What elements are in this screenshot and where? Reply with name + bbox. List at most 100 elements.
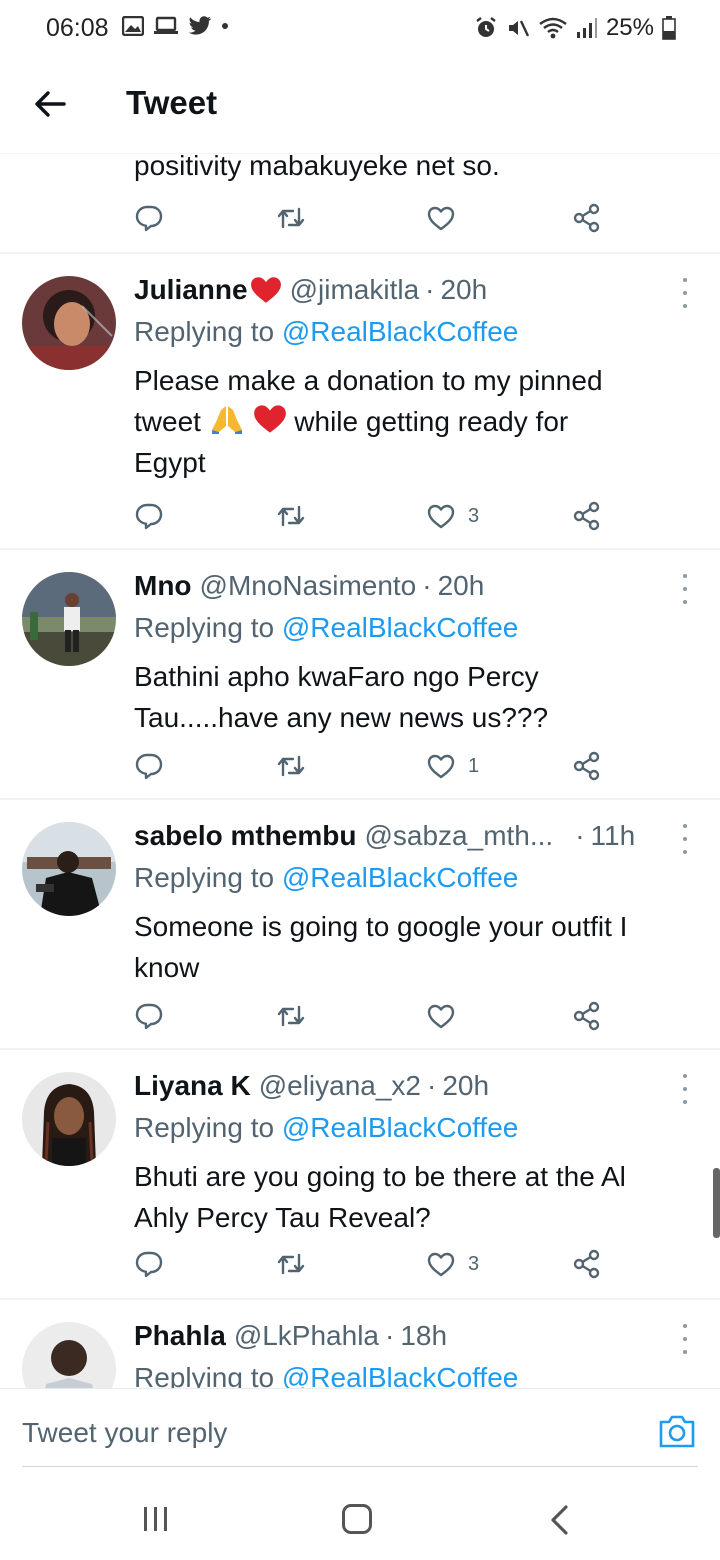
recent-apps-icon	[144, 1507, 167, 1531]
reply-tweet[interactable]: Liyana K @eliyana_x2 · 20h Replying to @…	[0, 1050, 720, 1298]
reply-tweet[interactable]: Phahla @LkPhahla · 18h Replying to @Real…	[0, 1300, 720, 1388]
replying-to: Replying to @RealBlackCoffee	[134, 1112, 518, 1144]
retweet-button[interactable]	[276, 996, 306, 1036]
more-options-button[interactable]	[680, 1074, 690, 1104]
reply-button[interactable]	[134, 996, 164, 1036]
reply-button[interactable]	[134, 198, 164, 238]
user-handle[interactable]: @LkPhahla	[234, 1320, 379, 1352]
avatar[interactable]	[22, 1072, 116, 1166]
camera-icon	[659, 1415, 695, 1448]
avatar[interactable]	[22, 276, 116, 370]
replying-prefix: Replying to	[134, 1112, 282, 1143]
tweet-text-fragment: while getting ready for	[294, 406, 569, 437]
like-button[interactable]: 3	[426, 1244, 479, 1284]
partial-tweet-actions	[134, 198, 604, 238]
back-button[interactable]	[28, 82, 72, 126]
tweet-text-line: Please make a donation to my pinned	[134, 365, 603, 396]
display-name[interactable]: Julianne	[134, 274, 248, 306]
reply-button[interactable]	[134, 496, 164, 536]
share-icon	[573, 1001, 600, 1031]
mention-link[interactable]: @RealBlackCoffee	[282, 1112, 518, 1143]
mention-link[interactable]: @RealBlackCoffee	[282, 316, 518, 347]
reply-icon	[135, 503, 163, 530]
user-handle[interactable]: @MnoNasimento	[200, 570, 417, 602]
tweet-text-line: Ahly Percy Tau Reveal?	[134, 1202, 431, 1233]
like-button[interactable]	[426, 198, 456, 238]
timestamp[interactable]: 20h	[438, 570, 485, 602]
like-button[interactable]: 1	[426, 746, 479, 786]
like-count: 3	[468, 504, 480, 527]
like-button[interactable]	[426, 996, 456, 1036]
tweet-actions: 3	[134, 496, 604, 536]
retweet-icon	[277, 505, 305, 527]
timestamp[interactable]: 20h	[440, 274, 487, 306]
replying-to: Replying to @RealBlackCoffee	[134, 316, 518, 348]
reply-icon	[135, 1251, 163, 1278]
home-button[interactable]	[342, 1504, 372, 1534]
mention-link[interactable]: @RealBlackCoffee	[282, 1362, 518, 1388]
user-handle[interactable]: @eliyana_x2	[259, 1070, 421, 1102]
replying-prefix: Replying to	[134, 612, 282, 643]
display-name[interactable]: Phahla	[134, 1320, 226, 1352]
tweet-text-line: Someone is going to google your outfit I	[134, 911, 628, 942]
share-icon	[573, 203, 600, 233]
wifi-icon	[539, 17, 567, 39]
replies-feed[interactable]: positivity mabakuyeke net so. Julianne @…	[0, 154, 720, 1388]
timestamp[interactable]: 11h	[591, 820, 636, 852]
share-button[interactable]	[572, 996, 602, 1036]
mention-link[interactable]: @RealBlackCoffee	[282, 612, 518, 643]
reply-button[interactable]	[134, 746, 164, 786]
share-icon	[573, 751, 600, 781]
tweet-text: Someone is going to google your outfit I…	[134, 906, 694, 988]
recent-apps-button[interactable]	[142, 1506, 170, 1537]
tweet-actions: 3	[134, 1244, 604, 1284]
avatar[interactable]	[22, 1322, 116, 1388]
user-handle[interactable]: @jimakitla	[290, 274, 420, 306]
like-count: 1	[468, 754, 480, 777]
status-system-icons: 25%	[474, 14, 676, 42]
more-options-button[interactable]	[680, 574, 690, 604]
reply-button[interactable]	[134, 1244, 164, 1284]
tweet-text: Bathini apho kwaFaro ngo Percy Tau.....h…	[134, 656, 694, 738]
battery-percent: 25%	[605, 14, 654, 41]
more-options-button[interactable]	[680, 1324, 690, 1354]
mention-link[interactable]: @RealBlackCoffee	[282, 862, 518, 893]
heart-icon	[427, 754, 455, 779]
separator-dot: ·	[425, 274, 435, 305]
share-button[interactable]	[572, 198, 602, 238]
timestamp[interactable]: 18h	[400, 1320, 447, 1352]
timestamp[interactable]: 20h	[442, 1070, 489, 1102]
reply-tweet[interactable]: Julianne @jimakitla · 20h Replying to @R…	[0, 254, 720, 548]
display-name[interactable]: sabelo mthembu	[134, 820, 356, 852]
retweet-button[interactable]	[276, 496, 306, 536]
like-button[interactable]: 3	[426, 496, 479, 536]
share-button[interactable]	[572, 496, 602, 536]
display-name[interactable]: Mno	[134, 570, 192, 602]
reply-composer[interactable]: Tweet your reply	[0, 1388, 720, 1468]
display-name[interactable]: Liyana K	[134, 1070, 251, 1102]
avatar[interactable]	[22, 822, 116, 916]
system-back-button[interactable]	[548, 1504, 570, 1541]
retweet-button[interactable]	[276, 198, 306, 238]
top-app-bar: Tweet	[0, 58, 720, 154]
share-button[interactable]	[572, 1244, 602, 1284]
avatar[interactable]	[22, 572, 116, 666]
reply-tweet[interactable]: Mno @MnoNasimento · 20h Replying to @Rea…	[0, 550, 720, 798]
retweet-icon	[277, 1253, 305, 1275]
retweet-button[interactable]	[276, 1244, 306, 1284]
scrollbar-thumb[interactable]	[713, 1168, 720, 1238]
retweet-button[interactable]	[276, 746, 306, 786]
tweet-text-line: Bathini apho kwaFaro ngo Percy	[134, 661, 539, 692]
composer-underline	[22, 1466, 698, 1467]
more-options-button[interactable]	[680, 278, 690, 308]
reply-tweet[interactable]: sabelo mthembu @sabza_mth... · 11h Reply…	[0, 800, 720, 1048]
status-time: 06:08	[46, 14, 109, 42]
user-handle[interactable]: @sabza_mth...	[364, 820, 553, 852]
reply-input[interactable]: Tweet your reply	[22, 1417, 227, 1449]
share-button[interactable]	[572, 746, 602, 786]
laptop-icon	[154, 16, 178, 34]
camera-button[interactable]	[658, 1413, 696, 1449]
tweet-text: Please make a donation to my pinned twee…	[134, 360, 694, 483]
more-options-button[interactable]	[680, 824, 690, 854]
tweet-header: Phahla @LkPhahla · 18h	[134, 1320, 447, 1352]
